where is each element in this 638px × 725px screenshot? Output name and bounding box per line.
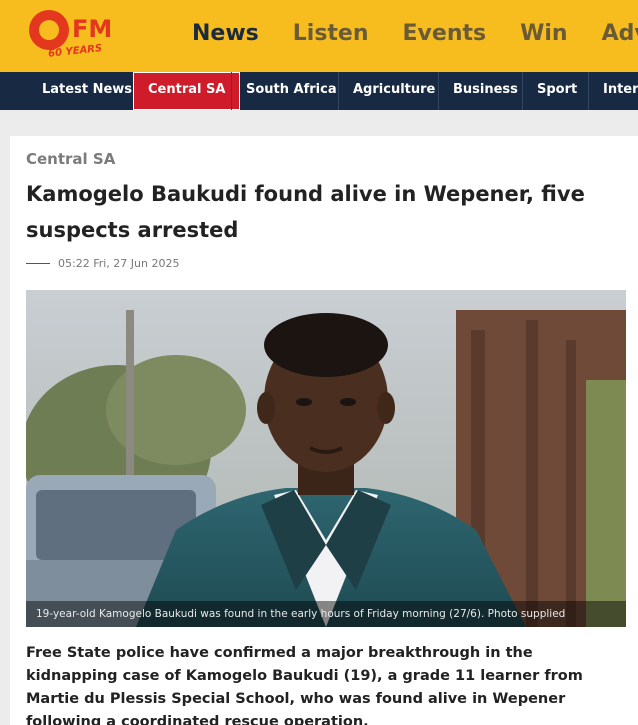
photo-caption: 19-year-old Kamogelo Baukudi was found i…: [26, 601, 626, 627]
tab-latest-news[interactable]: Latest News: [28, 72, 146, 110]
tab-agriculture[interactable]: Agriculture: [338, 72, 449, 110]
section-nav: Latest News Central SA South Africa Agri…: [0, 72, 638, 110]
nav-news[interactable]: News: [192, 18, 259, 50]
site-header: FM 60 YEARS News Listen Events Win Adver: [0, 0, 638, 72]
meta-divider: [26, 263, 50, 264]
photo-illustration: [26, 290, 626, 627]
nav-advertise[interactable]: Adver: [602, 18, 638, 50]
tab-sport[interactable]: Sport: [522, 72, 591, 110]
svg-text:FM: FM: [72, 15, 112, 43]
article-category[interactable]: Central SA: [26, 150, 115, 168]
nav-events[interactable]: Events: [403, 18, 487, 50]
article-headline: Kamogelo Baukudi found alive in Wepener,…: [26, 182, 585, 242]
article-photo: 19-year-old Kamogelo Baukudi was found i…: [26, 290, 626, 627]
tab-south-africa[interactable]: South Africa: [231, 72, 351, 110]
tab-international[interactable]: Intern: [588, 72, 638, 110]
nav-win[interactable]: Win: [520, 18, 567, 50]
article-meta: 05:22 Fri, 27 Jun 2025: [26, 257, 179, 270]
article-date: 05:22 Fri, 27 Jun 2025: [58, 257, 180, 270]
article-body: Free State police have confirmed a major…: [26, 645, 583, 725]
main-nav: News Listen Events Win Adver: [192, 18, 638, 50]
tab-business[interactable]: Business: [438, 72, 532, 110]
tab-central-sa[interactable]: Central SA: [133, 72, 241, 110]
ofm-logo-icon[interactable]: FM 60 YEARS: [24, 4, 139, 64]
article-card: Central SA Kamogelo Baukudi found alive …: [10, 136, 638, 725]
nav-listen[interactable]: Listen: [293, 18, 369, 50]
